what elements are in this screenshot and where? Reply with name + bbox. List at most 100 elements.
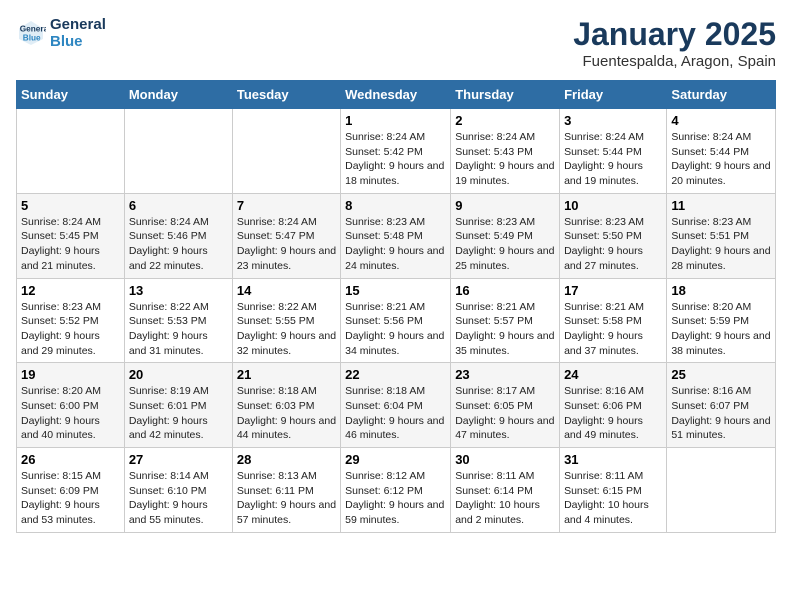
day-info: Sunrise: 8:19 AM Sunset: 6:01 PM Dayligh…: [129, 384, 228, 443]
calendar-cell: 23 Sunrise: 8:17 AM Sunset: 6:05 PM Dayli…: [451, 363, 560, 448]
logo-general: General: [50, 16, 106, 33]
calendar-cell: 30 Sunrise: 8:11 AM Sunset: 6:14 PM Dayli…: [451, 448, 560, 533]
weekday-header-monday: Monday: [124, 81, 232, 109]
day-info: Sunrise: 8:12 AM Sunset: 6:12 PM Dayligh…: [345, 469, 446, 528]
calendar-cell: 4 Sunrise: 8:24 AM Sunset: 5:44 PM Daylig…: [667, 109, 776, 194]
day-info: Sunrise: 8:11 AM Sunset: 6:15 PM Dayligh…: [564, 469, 662, 528]
day-info: Sunrise: 8:23 AM Sunset: 5:48 PM Dayligh…: [345, 215, 446, 274]
day-number: 12: [21, 283, 120, 298]
calendar-cell: 1 Sunrise: 8:24 AM Sunset: 5:42 PM Daylig…: [341, 109, 451, 194]
day-number: 21: [237, 367, 336, 382]
calendar-title: January 2025: [573, 16, 776, 53]
day-number: 8: [345, 198, 446, 213]
day-number: 10: [564, 198, 662, 213]
calendar-cell: 14 Sunrise: 8:22 AM Sunset: 5:55 PM Dayli…: [232, 278, 340, 363]
day-info: Sunrise: 8:13 AM Sunset: 6:11 PM Dayligh…: [237, 469, 336, 528]
calendar-cell: 10 Sunrise: 8:23 AM Sunset: 5:50 PM Dayli…: [560, 193, 667, 278]
weekday-header-friday: Friday: [560, 81, 667, 109]
day-number: 7: [237, 198, 336, 213]
calendar-cell: 20 Sunrise: 8:19 AM Sunset: 6:01 PM Dayli…: [124, 363, 232, 448]
day-number: 28: [237, 452, 336, 467]
day-info: Sunrise: 8:18 AM Sunset: 6:04 PM Dayligh…: [345, 384, 446, 443]
calendar-cell: 9Sunrise: 8:23 AM Sunset: 5:49 PM Daylig…: [451, 193, 560, 278]
day-info: Sunrise: 8:24 AM Sunset: 5:42 PM Dayligh…: [345, 130, 446, 189]
calendar-cell: 31Sunrise: 8:11 AM Sunset: 6:15 PM Dayli…: [560, 448, 667, 533]
calendar-cell: 8 Sunrise: 8:23 AM Sunset: 5:48 PM Daylig…: [341, 193, 451, 278]
calendar-cell: 7 Sunrise: 8:24 AM Sunset: 5:47 PM Daylig…: [232, 193, 340, 278]
calendar-cell: 16 Sunrise: 8:21 AM Sunset: 5:57 PM Dayli…: [451, 278, 560, 363]
page-header: General Blue General Blue January 2025 F…: [16, 16, 776, 70]
day-info: Sunrise: 8:21 AM Sunset: 5:56 PM Dayligh…: [345, 300, 446, 359]
calendar-cell: 3 Sunrise: 8:24 AM Sunset: 5:44 PM Daylig…: [560, 109, 667, 194]
day-number: 19: [21, 367, 120, 382]
day-info: Sunrise: 8:24 AM Sunset: 5:45 PM Dayligh…: [21, 215, 120, 274]
day-number: 20: [129, 367, 228, 382]
day-number: 14: [237, 283, 336, 298]
calendar-cell: 12Sunrise: 8:23 AM Sunset: 5:52 PM Dayli…: [17, 278, 125, 363]
calendar-cell: [667, 448, 776, 533]
day-number: 3: [564, 113, 662, 128]
day-number: 25: [671, 367, 771, 382]
day-number: 18: [671, 283, 771, 298]
day-info: Sunrise: 8:14 AM Sunset: 6:10 PM Dayligh…: [129, 469, 228, 528]
day-info: Sunrise: 8:24 AM Sunset: 5:46 PM Dayligh…: [129, 215, 228, 274]
day-info: Sunrise: 8:22 AM Sunset: 5:55 PM Dayligh…: [237, 300, 336, 359]
day-number: 27: [129, 452, 228, 467]
day-info: Sunrise: 8:24 AM Sunset: 5:44 PM Dayligh…: [564, 130, 662, 189]
day-number: 24: [564, 367, 662, 382]
day-info: Sunrise: 8:23 AM Sunset: 5:50 PM Dayligh…: [564, 215, 662, 274]
day-number: 11: [671, 198, 771, 213]
weekday-header-thursday: Thursday: [451, 81, 560, 109]
day-number: 23: [455, 367, 555, 382]
calendar-table: SundayMondayTuesdayWednesdayThursdayFrid…: [16, 80, 776, 533]
day-info: Sunrise: 8:11 AM Sunset: 6:14 PM Dayligh…: [455, 469, 555, 528]
calendar-cell: [124, 109, 232, 194]
day-info: Sunrise: 8:24 AM Sunset: 5:47 PM Dayligh…: [237, 215, 336, 274]
calendar-cell: 21 Sunrise: 8:18 AM Sunset: 6:03 PM Dayli…: [232, 363, 340, 448]
logo: General Blue General Blue: [16, 16, 106, 51]
calendar-subtitle: Fuentespalda, Aragon, Spain: [573, 53, 776, 70]
weekday-header-tuesday: Tuesday: [232, 81, 340, 109]
weekday-header-saturday: Saturday: [667, 81, 776, 109]
weekday-header-sunday: Sunday: [17, 81, 125, 109]
calendar-cell: 25 Sunrise: 8:16 AM Sunset: 6:07 PM Dayli…: [667, 363, 776, 448]
svg-text:Blue: Blue: [23, 34, 41, 43]
day-number: 17: [564, 283, 662, 298]
calendar-cell: 11Sunrise: 8:23 AM Sunset: 5:51 PM Dayli…: [667, 193, 776, 278]
day-info: Sunrise: 8:20 AM Sunset: 6:00 PM Dayligh…: [21, 384, 120, 443]
day-number: 9: [455, 198, 555, 213]
logo-text-block: General Blue: [50, 16, 106, 51]
calendar-cell: [17, 109, 125, 194]
day-info: Sunrise: 8:24 AM Sunset: 5:44 PM Dayligh…: [671, 130, 771, 189]
calendar-week-row: 26Sunrise: 8:15 AM Sunset: 6:09 PM Dayli…: [17, 448, 776, 533]
day-info: Sunrise: 8:22 AM Sunset: 5:53 PM Dayligh…: [129, 300, 228, 359]
calendar-cell: 5 Sunrise: 8:24 AM Sunset: 5:45 PM Daylig…: [17, 193, 125, 278]
calendar-week-row: 1 Sunrise: 8:24 AM Sunset: 5:42 PM Daylig…: [17, 109, 776, 194]
day-number: 4: [671, 113, 771, 128]
day-info: Sunrise: 8:21 AM Sunset: 5:57 PM Dayligh…: [455, 300, 555, 359]
day-number: 26: [21, 452, 120, 467]
day-number: 22: [345, 367, 446, 382]
calendar-cell: 17 Sunrise: 8:21 AM Sunset: 5:58 PM Dayli…: [560, 278, 667, 363]
day-info: Sunrise: 8:24 AM Sunset: 5:43 PM Dayligh…: [455, 130, 555, 189]
day-info: Sunrise: 8:18 AM Sunset: 6:03 PM Dayligh…: [237, 384, 336, 443]
calendar-cell: 22 Sunrise: 8:18 AM Sunset: 6:04 PM Dayli…: [341, 363, 451, 448]
day-number: 13: [129, 283, 228, 298]
calendar-cell: 24 Sunrise: 8:16 AM Sunset: 6:06 PM Dayli…: [560, 363, 667, 448]
calendar-cell: [232, 109, 340, 194]
logo-icon: General Blue: [16, 18, 46, 48]
calendar-body: 1 Sunrise: 8:24 AM Sunset: 5:42 PM Daylig…: [17, 109, 776, 533]
day-info: Sunrise: 8:17 AM Sunset: 6:05 PM Dayligh…: [455, 384, 555, 443]
day-info: Sunrise: 8:21 AM Sunset: 5:58 PM Dayligh…: [564, 300, 662, 359]
day-number: 6: [129, 198, 228, 213]
calendar-week-row: 19 Sunrise: 8:20 AM Sunset: 6:00 PM Dayli…: [17, 363, 776, 448]
day-info: Sunrise: 8:16 AM Sunset: 6:07 PM Dayligh…: [671, 384, 771, 443]
weekday-header-row: SundayMondayTuesdayWednesdayThursdayFrid…: [17, 81, 776, 109]
day-number: 16: [455, 283, 555, 298]
day-number: 5: [21, 198, 120, 213]
day-number: 2: [455, 113, 555, 128]
day-info: Sunrise: 8:16 AM Sunset: 6:06 PM Dayligh…: [564, 384, 662, 443]
day-number: 30: [455, 452, 555, 467]
calendar-cell: 29Sunrise: 8:12 AM Sunset: 6:12 PM Dayli…: [341, 448, 451, 533]
day-number: 1: [345, 113, 446, 128]
